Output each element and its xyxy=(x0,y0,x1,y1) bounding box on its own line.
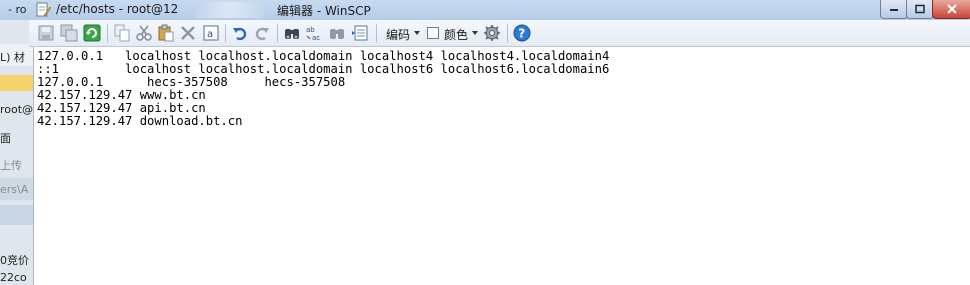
reload-icon xyxy=(83,24,101,42)
delete-x-icon xyxy=(181,26,195,40)
maximize-icon xyxy=(915,4,925,14)
redo-icon xyxy=(255,27,269,41)
select-all-icon: a xyxy=(203,25,219,41)
go-to-line-icon xyxy=(352,25,368,41)
undo-button[interactable] xyxy=(231,24,249,42)
color-checkbox[interactable] xyxy=(427,27,439,39)
window-title: /etc/hosts - root@12 xyxy=(56,2,179,16)
copy-button[interactable] xyxy=(113,24,131,42)
undo-icon xyxy=(233,27,247,41)
save-all-button[interactable] xyxy=(60,24,78,42)
svg-text:a: a xyxy=(207,29,213,40)
toolbar-separator xyxy=(107,24,108,42)
help-icon: ? xyxy=(513,24,531,42)
replace-button[interactable]: ab ac xyxy=(305,24,323,42)
svg-text:ac: ac xyxy=(312,34,320,42)
preferences-button[interactable] xyxy=(483,24,501,42)
svg-text:ab: ab xyxy=(306,26,315,34)
binoculars-icon xyxy=(285,29,299,39)
select-all-button[interactable]: a xyxy=(202,24,220,42)
minimize-icon xyxy=(890,9,898,11)
maximize-button[interactable] xyxy=(906,0,934,19)
find-button[interactable] xyxy=(283,24,301,42)
copy-icon xyxy=(114,24,130,42)
chevron-down-icon[interactable] xyxy=(414,31,420,35)
reload-button[interactable] xyxy=(83,24,101,42)
help-button[interactable]: ? xyxy=(513,24,531,42)
title-bar[interactable]: /etc/hosts - root@12 编辑器 - WinSCP xyxy=(29,0,970,20)
color-dropdown[interactable]: 颜色 xyxy=(444,26,468,43)
find-next-button[interactable] xyxy=(328,24,346,42)
delete-button[interactable] xyxy=(179,24,197,42)
text-editor[interactable]: 127.0.0.1 localhost localhost.localdomai… xyxy=(33,47,970,285)
paste-button[interactable] xyxy=(157,24,175,42)
save-all-icon xyxy=(60,24,78,42)
save-button[interactable] xyxy=(37,24,55,42)
chevron-down-icon[interactable] xyxy=(472,31,478,35)
scissors-icon xyxy=(136,25,152,41)
toolbar-separator xyxy=(507,24,508,42)
redo-button[interactable] xyxy=(253,24,271,42)
save-icon xyxy=(38,25,54,41)
toolbar-separator xyxy=(277,24,278,42)
gear-icon xyxy=(484,25,500,41)
encoding-dropdown[interactable]: 编码 xyxy=(386,26,410,43)
toolbar-separator xyxy=(225,24,226,42)
editor-toolbar: a ab ac 编码 颜色 ? xyxy=(29,20,970,47)
replace-icon: ab ac xyxy=(306,26,320,42)
minimize-button[interactable] xyxy=(880,0,908,19)
go-to-line-button[interactable] xyxy=(351,24,369,42)
document-edit-icon xyxy=(36,2,51,17)
find-next-icon xyxy=(330,29,344,39)
editor-window: /etc/hosts - root@12 编辑器 - WinSCP a ab a… xyxy=(29,0,970,285)
redacted-hostname xyxy=(194,2,264,18)
clipboard-icon xyxy=(158,24,174,42)
editor-line[interactable]: 42.157.129.47 download.bt.cn xyxy=(37,115,242,128)
window-title-suffix: 编辑器 - WinSCP xyxy=(277,4,371,18)
toolbar-separator xyxy=(376,24,377,42)
close-button[interactable] xyxy=(932,0,970,19)
cut-button[interactable] xyxy=(135,24,153,42)
svg-text:?: ? xyxy=(518,27,525,41)
close-icon xyxy=(947,4,957,14)
